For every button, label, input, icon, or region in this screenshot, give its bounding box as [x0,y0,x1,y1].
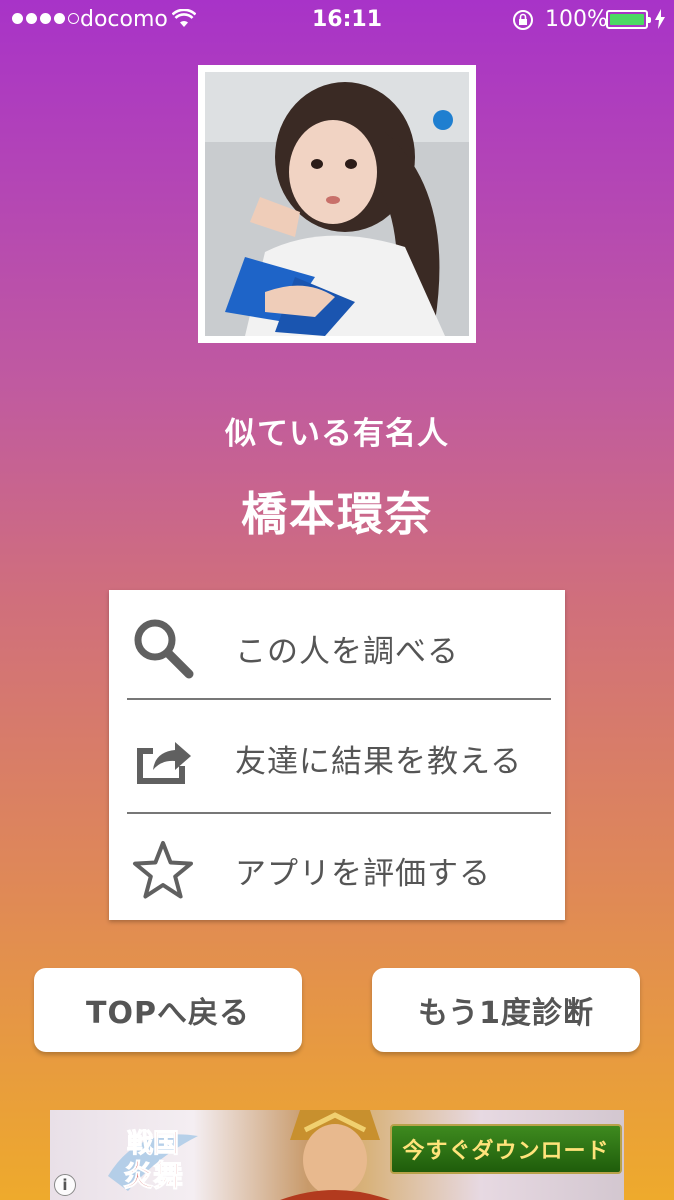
celebrity-name: 橋本環奈 [241,487,433,541]
ad-banner[interactable]: 戦国 炎舞 今すぐダウンロード i [50,1110,624,1200]
signal-strength-icon [12,13,79,24]
search-person-label: この人を調べる [235,633,459,670]
search-person-button[interactable]: この人を調べる [127,594,551,702]
ad-download-button[interactable]: 今すぐダウンロード [390,1124,622,1174]
rotation-lock-icon [512,9,534,37]
search-icon [127,612,199,684]
charging-icon [654,9,666,35]
retry-diagnosis-button[interactable]: もう1度診断 [372,968,640,1052]
battery-icon [606,10,651,29]
carrier-name: docomo [80,7,168,32]
ad-info-icon[interactable]: i [54,1174,76,1196]
svg-text:炎舞: 炎舞 [123,1159,183,1194]
game-logo: 戦国 炎舞 [108,1129,198,1195]
star-icon [127,834,199,906]
action-menu: この人を調べる 友達に結果を教える アプリを評価する [109,590,565,920]
clock: 16:11 [312,7,383,32]
share-result-label: 友達に結果を教える [235,743,523,780]
celebrity-photo [205,72,469,336]
share-result-button[interactable]: 友達に結果を教える [127,704,551,812]
wifi-icon [171,8,197,35]
celebrity-photo-frame [198,65,476,343]
share-icon [127,722,199,794]
game-character-image [280,1110,390,1200]
back-to-top-button[interactable]: TOPへ戻る [34,968,302,1052]
svg-text:戦国: 戦国 [127,1129,179,1159]
menu-divider [127,812,551,814]
rate-app-button[interactable]: アプリを評価する [127,816,551,924]
menu-divider [127,698,551,700]
battery-percent: 100% [545,7,608,32]
result-label: 似ている有名人 [225,416,449,452]
rate-app-label: アプリを評価する [235,855,491,892]
status-bar: docomo 16:11 100% [0,0,674,40]
